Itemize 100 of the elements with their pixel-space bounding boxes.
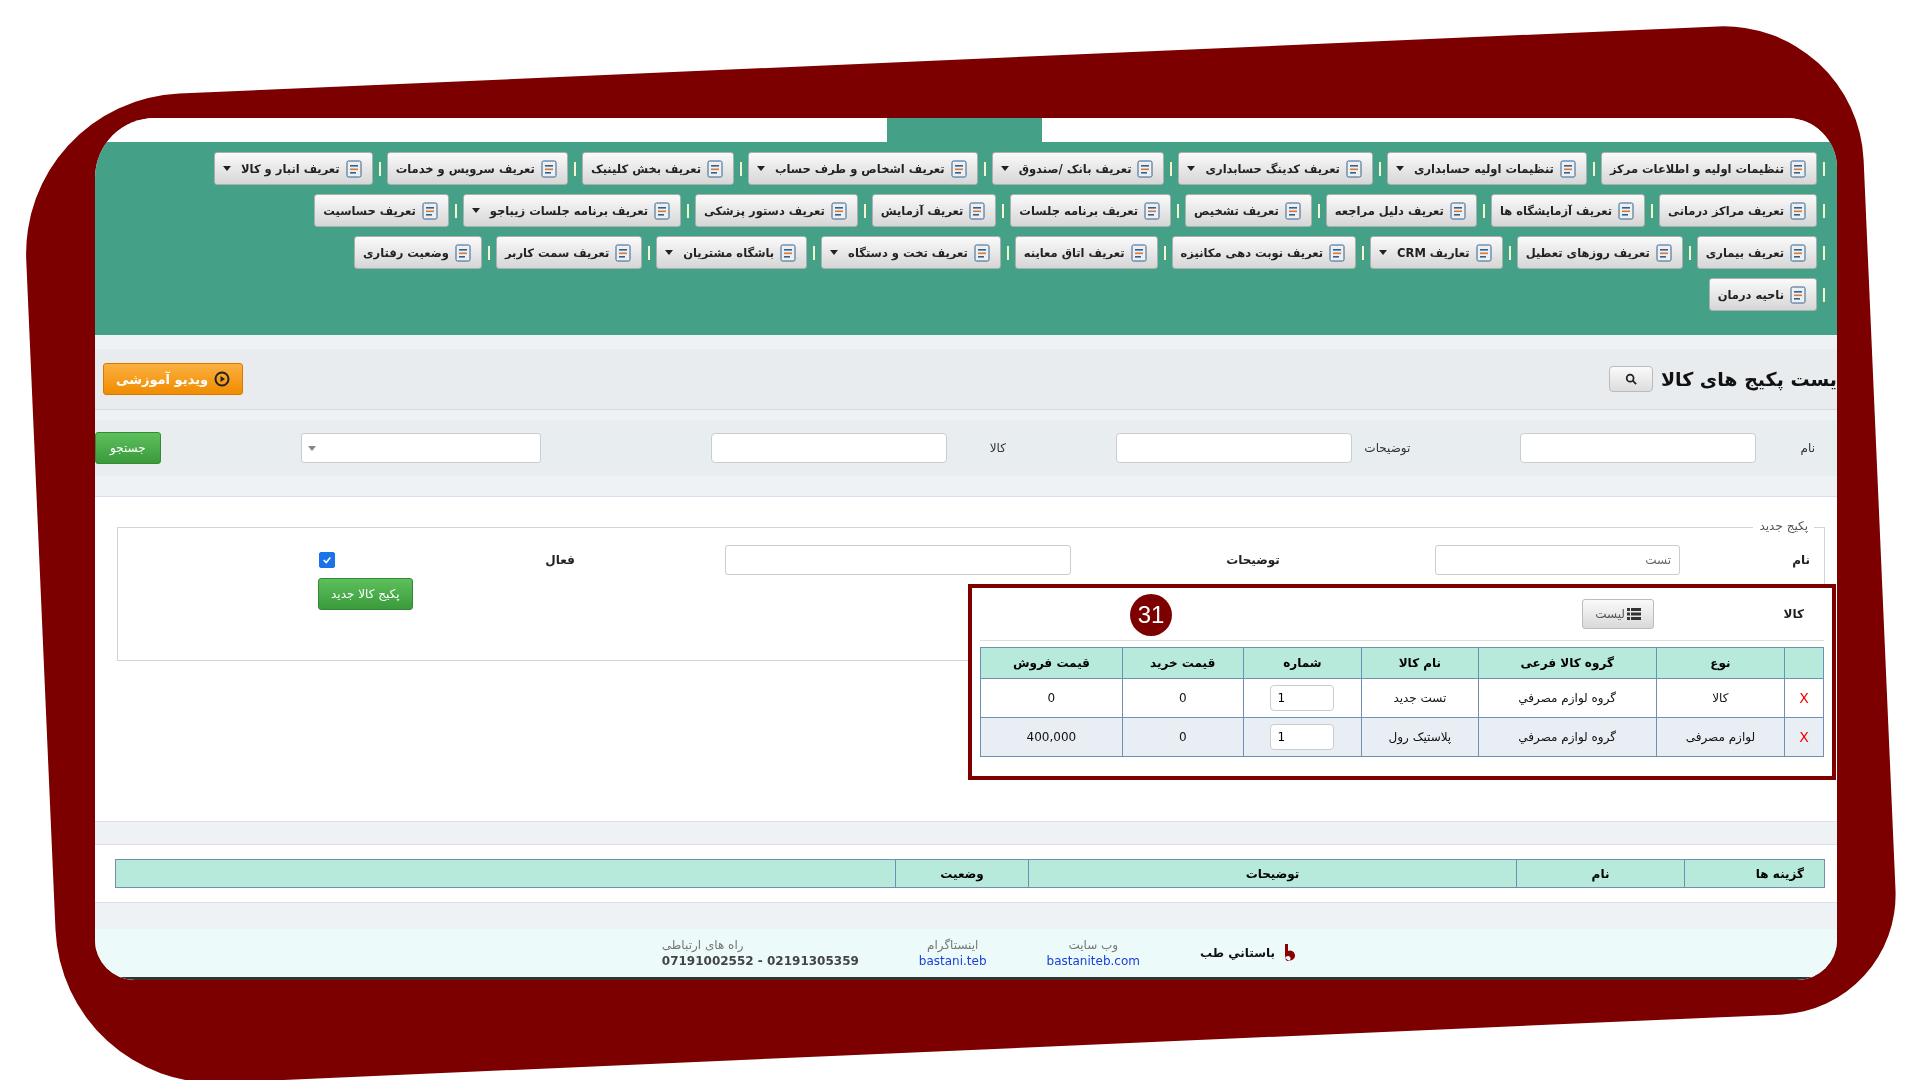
menu-button[interactable]: تعریف برنامه جلسات <box>1010 194 1172 227</box>
quantity-input[interactable]: 1 <box>1270 724 1335 750</box>
menu-button[interactable]: تعریف کدینگ حسابداری <box>1178 152 1373 185</box>
column-header: قیمت خرید <box>1122 647 1244 679</box>
search-icon <box>1624 373 1637 385</box>
menu-tab[interactable] <box>887 118 1042 142</box>
delete-link[interactable]: X <box>1799 690 1809 706</box>
document-icon <box>1788 242 1808 263</box>
menu-button[interactable]: ناحیه درمان <box>1708 278 1817 311</box>
list-button[interactable]: لیست <box>1582 599 1654 629</box>
caret-icon <box>1000 166 1009 171</box>
play-icon <box>214 371 231 387</box>
input-field[interactable] <box>1115 433 1352 463</box>
document-icon <box>1135 158 1156 179</box>
footer-link[interactable]: bastani.teb <box>918 954 987 968</box>
menu-button[interactable]: تعریف بانک /صندوق <box>991 152 1165 185</box>
menu-button[interactable]: تنظیمات اولیه و اطلاعات مرکز <box>1600 152 1817 185</box>
input-field[interactable] <box>711 433 947 463</box>
menu-button[interactable]: تعریف نوبت دهی مکانیزه <box>1171 236 1357 269</box>
input-field[interactable] <box>1520 433 1757 463</box>
menu-button[interactable]: باشگاه مشتریان <box>656 236 808 269</box>
name-input[interactable]: تست <box>1435 545 1680 575</box>
column-header: قیمت فروش <box>980 647 1123 679</box>
document-icon <box>538 158 559 179</box>
column-header: گزینه ها <box>1684 859 1825 888</box>
document-icon <box>1343 158 1364 179</box>
document-icon <box>419 200 440 221</box>
delete-link[interactable]: X <box>1799 729 1809 745</box>
column-header: شماره <box>1243 647 1362 679</box>
document-icon <box>948 158 969 179</box>
column-header: توضیحات <box>1028 859 1517 888</box>
document-icon <box>452 242 473 263</box>
table-cell: کالا <box>1656 678 1785 718</box>
document-icon <box>1788 200 1808 221</box>
footer-label: راه های ارتباطی <box>661 938 744 952</box>
footer-label: وب سایت <box>1068 938 1119 952</box>
table-cell: 0 <box>1122 678 1244 718</box>
logo-icon <box>1283 944 1297 962</box>
checkbox[interactable] <box>319 552 335 568</box>
page-title: یست پکیج های کالا <box>1660 368 1837 390</box>
menu-button[interactable]: تعریف آزمایش <box>871 194 997 227</box>
document-icon <box>828 200 849 221</box>
menu-button[interactable]: تعریف اتاق معاینه <box>1014 236 1158 269</box>
document-icon <box>1616 200 1637 221</box>
menu-button[interactable]: تنظیمات اولیه حسابداری <box>1386 152 1587 185</box>
menu-button[interactable]: تعریف بیماری <box>1696 236 1817 269</box>
menu-button[interactable]: تعریف دلیل مراجعه <box>1325 194 1477 227</box>
menu-button[interactable]: تعریف مراکز درمانی <box>1659 194 1817 227</box>
step-badge: 31 <box>1130 594 1172 636</box>
search-button[interactable] <box>1608 366 1653 392</box>
menu-button[interactable]: تعریف تشخیص <box>1185 194 1312 227</box>
menu-button[interactable]: تعریف بخش کلینیک <box>581 152 734 185</box>
table-cell: 0 <box>980 678 1123 718</box>
document-icon <box>651 200 672 221</box>
table-cell: پلاستیک رول <box>1361 717 1479 757</box>
table-cell: 400,000 <box>980 717 1123 757</box>
column-header: نام کالا <box>1361 647 1479 679</box>
description-input[interactable] <box>725 545 1071 575</box>
menu-button[interactable]: تعاریف CRM <box>1370 236 1503 269</box>
document-icon <box>967 200 988 221</box>
table-cell: 0 <box>1122 717 1244 757</box>
caret-icon <box>223 166 232 171</box>
field-label: نام <box>1791 553 1810 567</box>
field-label: کالا <box>1782 607 1805 621</box>
document-icon <box>613 242 634 263</box>
contact-numbers: 07191002552 - 02191305359 <box>661 954 859 968</box>
footer-link[interactable]: bastaniteb.com <box>1046 954 1140 968</box>
menu-button[interactable]: تعریف انبار و کالا <box>214 152 373 185</box>
table-cell: تست جديد <box>1361 678 1479 718</box>
table-cell: گروه لوازم مصرفي <box>1478 717 1657 757</box>
field-label: فعال <box>544 553 576 567</box>
field-label: نام <box>1799 441 1815 455</box>
table-cell: گروه لوازم مصرفي <box>1478 678 1657 718</box>
caret-icon <box>471 208 480 213</box>
fieldset-legend: پکیج جدید <box>1753 519 1814 533</box>
menu-button[interactable]: تعریف آزمایشگاه ها <box>1490 194 1646 227</box>
menu-button[interactable]: تعریف دستور پزشکی <box>694 194 858 227</box>
column-header: نام <box>1516 859 1685 888</box>
field-label: کالا <box>988 441 1006 455</box>
document-icon <box>1788 158 1808 179</box>
menu-button[interactable]: تعریف حساسیت <box>314 194 449 227</box>
footer-label: اینستاگرام <box>927 938 979 952</box>
document-icon <box>1142 200 1163 221</box>
brand-name: باستاني طب <box>1199 946 1275 960</box>
menu-button[interactable]: وضعیت رفتاری <box>354 236 482 269</box>
menu-button[interactable]: تعریف اشخاص و طرف حساب <box>748 152 978 185</box>
menu-button[interactable]: تعریف سرویس و خدمات <box>386 152 568 185</box>
column-header: وضعیت <box>895 859 1029 888</box>
document-icon <box>1653 242 1674 263</box>
menu-button[interactable]: تعریف سمت کاربر <box>495 236 643 269</box>
table-cell: لوازم مصرفی <box>1656 717 1785 757</box>
menu-button[interactable]: تعریف روزهای تعطیل <box>1516 236 1683 269</box>
dropdown-field[interactable] <box>300 433 542 463</box>
document-icon <box>1447 200 1468 221</box>
document-icon <box>1327 242 1348 263</box>
quantity-input[interactable]: 1 <box>1270 685 1335 711</box>
caret-icon <box>830 250 839 255</box>
caret-icon <box>1395 166 1404 171</box>
menu-button[interactable]: تعریف برنامه جلسات زیباجو <box>462 194 681 227</box>
menu-button[interactable]: تعریف تخت و دستگاه <box>821 236 1001 269</box>
